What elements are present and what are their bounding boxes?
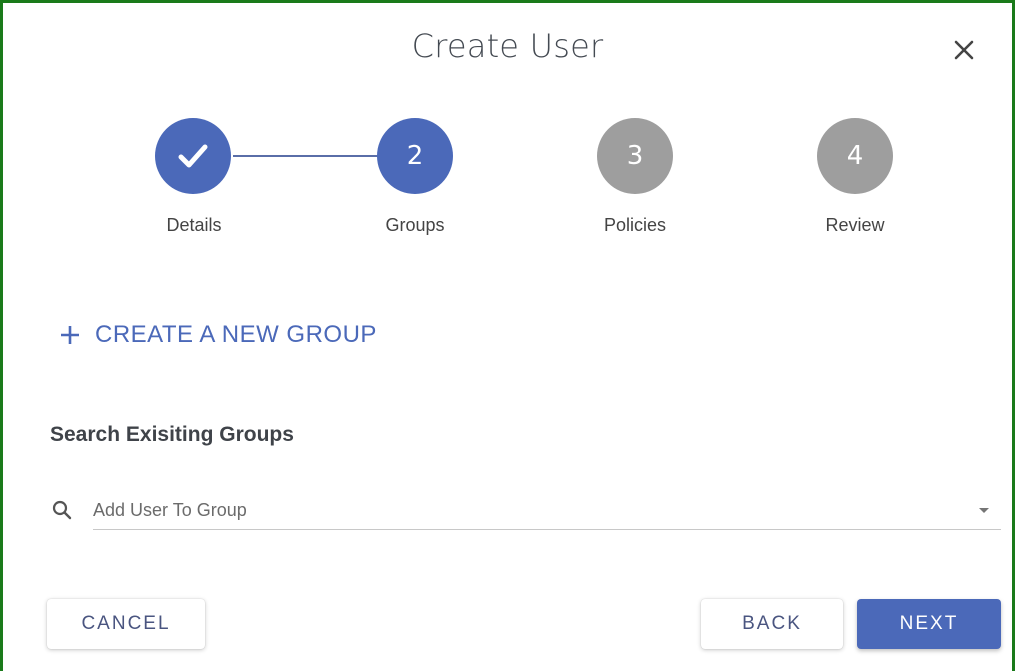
step-label-details: Details [166, 215, 222, 235]
dropdown-arrow-icon[interactable] [979, 508, 989, 513]
step-3-pending: 3 [597, 118, 673, 194]
step-1-completed [155, 118, 231, 194]
step-number: 4 [846, 141, 864, 171]
create-new-group-label: CREATE A NEW GROUP [95, 321, 377, 348]
create-user-dialog: Create User Details 2 Groups 3 Policies … [0, 0, 1015, 671]
close-icon [954, 40, 974, 60]
stepper-connector [233, 155, 379, 157]
check-icon [178, 144, 208, 168]
step-4-pending: 4 [817, 118, 893, 194]
search-icon-container [51, 499, 73, 526]
step-label-review: Review [825, 215, 885, 235]
step-2-active: 2 [377, 118, 453, 194]
step-number: 2 [406, 141, 424, 171]
search-underline [93, 529, 1001, 530]
step-label-policies: Policies [603, 215, 667, 235]
dialog-title: Create User [411, 27, 604, 65]
create-new-group-button[interactable]: CREATE A NEW GROUP [59, 321, 377, 349]
next-button[interactable]: NEXT [857, 599, 1001, 649]
back-button[interactable]: BACK [701, 599, 843, 649]
group-search-field [49, 491, 1001, 531]
next-label: NEXT [899, 613, 959, 634]
back-label: BACK [742, 613, 802, 634]
plus-icon [61, 326, 79, 344]
step-label-groups: Groups [385, 215, 445, 235]
search-icon [52, 500, 72, 520]
close-button[interactable] [947, 33, 981, 67]
add-user-to-group-input[interactable] [93, 491, 973, 529]
cancel-label: CANCEL [81, 613, 171, 634]
search-groups-heading: Search Exisiting Groups [50, 423, 294, 446]
step-number: 3 [626, 141, 644, 171]
cancel-button[interactable]: CANCEL [47, 599, 205, 649]
